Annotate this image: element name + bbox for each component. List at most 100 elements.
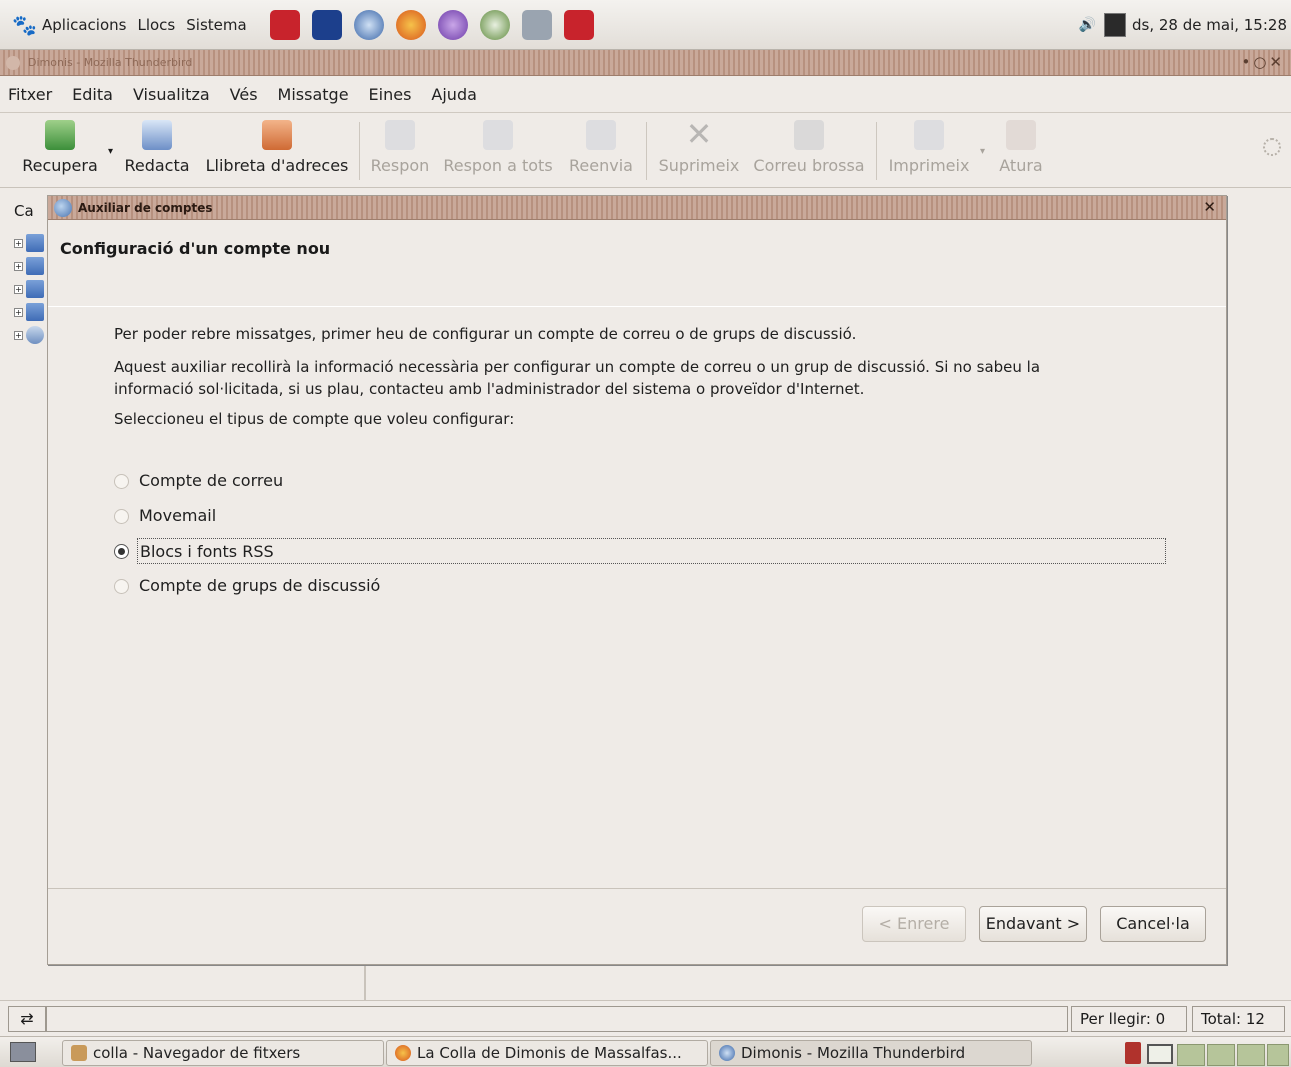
task-file-browser[interactable]: colla - Navegador de fitxers xyxy=(62,1040,384,1066)
back-button[interactable]: < Enrere xyxy=(862,906,966,942)
online-status-icon[interactable]: ⇄ xyxy=(8,1006,46,1032)
task-thunderbird[interactable]: Dimonis - Mozilla Thunderbird xyxy=(710,1040,1032,1066)
radio-option-movemail[interactable]: Movemail xyxy=(114,503,1166,529)
menu-ajuda[interactable]: Ajuda xyxy=(431,85,477,104)
folder-tree-row[interactable]: + xyxy=(14,234,50,254)
dialog-title: Auxiliar de comptes xyxy=(78,200,213,215)
folder-tree-row[interactable]: + xyxy=(14,303,50,323)
trash-icon[interactable] xyxy=(1125,1042,1141,1064)
thunderbird-icon[interactable] xyxy=(353,9,384,40)
menu-aplicacions[interactable]: Aplicacions xyxy=(42,16,126,34)
reply-all-button[interactable]: Respon a tots xyxy=(440,120,556,175)
folder-pane-header[interactable]: Ca xyxy=(14,202,34,220)
wizard-header: Configuració d'un compte nou xyxy=(48,221,1226,307)
radio-button[interactable] xyxy=(114,473,129,489)
forward-icon xyxy=(586,120,616,150)
address-book-button[interactable]: Llibreta d'adreces xyxy=(203,120,351,175)
show-desktop-icon[interactable] xyxy=(10,1042,36,1062)
phone-icon[interactable] xyxy=(269,9,300,40)
menu-missatge[interactable]: Missatge xyxy=(278,85,349,104)
menu-edita[interactable]: Edita xyxy=(72,85,113,104)
reply-all-icon xyxy=(483,120,513,150)
menu-llocs[interactable]: Llocs xyxy=(137,16,175,34)
pane-splitter[interactable] xyxy=(364,965,366,1000)
get-mail-button[interactable]: Recupera xyxy=(20,120,100,175)
menu-fitxer[interactable]: Fitxer xyxy=(8,85,52,104)
intro-text: Per poder rebre missatges, primer heu de… xyxy=(114,325,857,343)
info-text-line2: informació sol·licitada, si us plau, con… xyxy=(114,380,865,398)
expand-icon[interactable]: + xyxy=(14,262,23,271)
radio-option-compte-correu[interactable]: Compte de correu xyxy=(114,468,1166,494)
delete-icon: ✕ xyxy=(685,115,713,153)
next-button[interactable]: Endavant > xyxy=(979,906,1087,942)
stop-button[interactable]: Atura xyxy=(995,120,1047,175)
delete-button[interactable]: ✕ Suprimeix xyxy=(655,115,743,175)
main-toolbar: Recupera ▾ Redacta Llibreta d'adreces Re… xyxy=(0,114,1291,188)
workspace-3[interactable] xyxy=(1207,1044,1235,1066)
reply-icon xyxy=(385,120,415,150)
print-icon xyxy=(914,120,944,150)
expand-icon[interactable]: + xyxy=(14,308,23,317)
gnome-foot-icon[interactable]: 🐾 xyxy=(12,13,37,37)
workspace-5[interactable] xyxy=(1267,1044,1289,1066)
radio-label: Compte de grups de discussió xyxy=(139,576,381,595)
close-icon[interactable]: ✕ xyxy=(1203,198,1216,216)
top-panel: 🐾 Aplicacions Llocs Sistema 🔊 ds, 28 de … xyxy=(0,0,1291,50)
menu-ves[interactable]: Vés xyxy=(230,85,258,104)
print-button[interactable]: Imprimeix xyxy=(884,120,974,175)
menu-sistema[interactable]: Sistema xyxy=(186,16,246,34)
radio-option-rss[interactable]: Blocs i fonts RSS xyxy=(114,538,1166,564)
folder-tree-row[interactable]: + xyxy=(14,326,50,346)
radio-button[interactable] xyxy=(114,578,129,594)
expand-icon[interactable]: + xyxy=(14,239,23,248)
junk-button[interactable]: Correu brossa xyxy=(750,120,868,175)
menu-visualitza[interactable]: Visualitza xyxy=(133,85,210,104)
radio-button-selected[interactable] xyxy=(114,543,129,559)
account-icon xyxy=(26,234,44,252)
print-dropdown-icon[interactable]: ▾ xyxy=(980,146,985,157)
folder-tree-row[interactable]: + xyxy=(14,257,50,277)
bottom-taskbar: colla - Navegador de fitxers La Colla de… xyxy=(0,1036,1291,1067)
task-firefox[interactable]: La Colla de Dimonis de Massalfas... xyxy=(386,1040,708,1066)
cancel-button[interactable]: Cancel·la xyxy=(1100,906,1206,942)
expand-icon[interactable]: + xyxy=(14,331,23,340)
account-wizard-dialog: Auxiliar de comptes ✕ Configuració d'un … xyxy=(47,195,1227,965)
workspace-4[interactable] xyxy=(1237,1044,1265,1066)
network-monitor-icon[interactable] xyxy=(1104,13,1127,37)
firefox-icon[interactable] xyxy=(395,9,426,40)
workspace-2[interactable] xyxy=(1177,1044,1205,1066)
address-book-icon xyxy=(262,120,292,150)
toolbar-separator xyxy=(646,122,647,180)
dialog-titlebar[interactable]: Auxiliar de comptes ✕ xyxy=(48,196,1226,220)
radio-label: Compte de correu xyxy=(139,471,284,490)
footer-divider xyxy=(48,888,1226,889)
window-titlebar[interactable]: Dimonis - Mozilla Thunderbird •○✕ xyxy=(0,50,1291,76)
terminal-icon[interactable] xyxy=(311,9,342,40)
menu-eines[interactable]: Eines xyxy=(369,85,412,104)
window-controls[interactable]: •○✕ xyxy=(1241,53,1285,71)
folder-tree-row[interactable]: + xyxy=(14,280,50,300)
account-icon xyxy=(26,303,44,321)
get-mail-icon xyxy=(45,120,75,150)
search-icon[interactable] xyxy=(521,9,552,40)
pidgin-icon[interactable] xyxy=(437,9,468,40)
expand-icon[interactable]: + xyxy=(14,285,23,294)
get-mail-dropdown-icon[interactable]: ▾ xyxy=(108,146,113,157)
clock[interactable]: ds, 28 de mai, 15:28 xyxy=(1132,16,1287,34)
update-icon[interactable] xyxy=(479,9,510,40)
reply-button[interactable]: Respon xyxy=(368,120,432,175)
taskbar-tray xyxy=(1125,1040,1291,1066)
compose-button[interactable]: Redacta xyxy=(122,120,192,175)
total-count: Total: 12 xyxy=(1192,1006,1285,1032)
forward-button[interactable]: Reenvia xyxy=(565,120,637,175)
radio-label: Blocs i fonts RSS xyxy=(137,538,1166,564)
status-bar: ⇄ Per llegir: 0 Total: 12 xyxy=(0,1000,1291,1034)
local-folders-icon xyxy=(26,326,44,344)
presentation-icon[interactable] xyxy=(563,9,594,40)
radio-option-newsgroups[interactable]: Compte de grups de discussió xyxy=(114,573,1166,599)
workspace-switcher[interactable] xyxy=(1147,1044,1173,1064)
volume-icon[interactable]: 🔊 xyxy=(1079,17,1096,33)
account-icon xyxy=(26,280,44,298)
radio-button[interactable] xyxy=(114,508,129,524)
select-prompt: Seleccioneu el tipus de compte que voleu… xyxy=(114,410,515,428)
